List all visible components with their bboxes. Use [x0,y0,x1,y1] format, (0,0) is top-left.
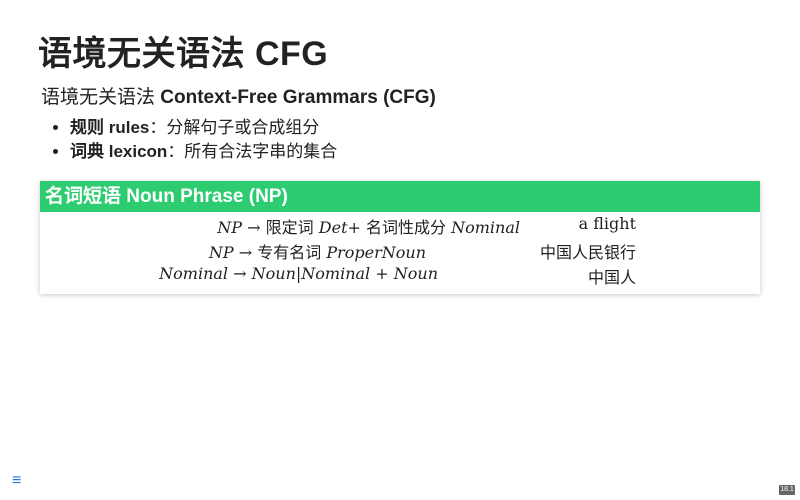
slide-subtitle: 语境无关语法 Context-Free Grammars (CFG) [41,82,436,109]
grammar-rule: NP → 专有名词 ProperNoun [209,239,426,263]
bullet-list: 规则 rules：分解句子或合成组分 词典 lexicon：所有合法字串的集合 [48,116,337,164]
grammar-rule-row: Nominal → Noun|Nominal + Noun 中国人 [40,264,760,289]
rule-lhs: Nominal [159,264,229,283]
rule-symbol: Noun [393,264,438,283]
box-heading: 名词短语 Noun Phrase (NP) [40,181,760,212]
slide-title: 语境无关语法 CFG [38,35,329,73]
rule-symbol: Nominal [301,264,371,283]
rule-arrow: → [247,218,261,237]
rule-chinese-label: 名词性成分 [366,218,447,237]
bullet-description: ：所有合法字串的集合 [167,142,338,161]
bullet-item-lexicon: 词典 lexicon：所有合法字串的集合 [70,140,337,164]
rule-symbol: ProperNoun [326,243,426,262]
rule-symbol: Det [318,218,348,237]
subtitle-chinese: 语境无关语法 [41,87,161,108]
rule-arrow: → [238,243,253,262]
rule-chinese-label: 限定词 [265,218,314,237]
rule-example: a flight [578,214,636,233]
rule-chinese-label: 专有名词 [257,243,322,262]
rule-symbol: Nominal [451,218,520,237]
rule-example: 中国人 [587,270,636,287]
rule-example: 中国人民银行 [539,245,636,262]
bullet-description: ：分解句子或合成组分 [149,118,320,137]
rule-symbol: Noun [251,264,296,283]
grammar-rule-row: NP → 专有名词 ProperNoun 中国人民银行 [40,239,760,264]
grammar-rule: Nominal → Noun|Nominal + Noun [159,264,438,283]
bullet-term: 规则 rules [70,118,150,137]
rule-lhs: NP [217,218,243,237]
page-number: 18.1 [779,485,795,495]
rule-plus: + [347,218,361,237]
rule-lhs: NP [208,243,234,262]
grammar-rule-row: NP → 限定词 Det+ 名词性成分 Nominal a flight [40,214,760,239]
rule-arrow: → [233,264,247,283]
definition-box: 名词短语 Noun Phrase (NP) NP → 限定词 Det+ 名词性成… [40,181,760,294]
bullet-term: 词典 lexicon [70,142,168,161]
bullet-item-rules: 规则 rules：分解句子或合成组分 [70,116,337,140]
grammar-rule: NP → 限定词 Det+ 名词性成分 Nominal [217,214,520,238]
subtitle-english: Context-Free Grammars (CFG) [160,87,436,108]
rule-plus: + [375,264,389,283]
menu-icon[interactable]: ≡ [12,472,21,490]
